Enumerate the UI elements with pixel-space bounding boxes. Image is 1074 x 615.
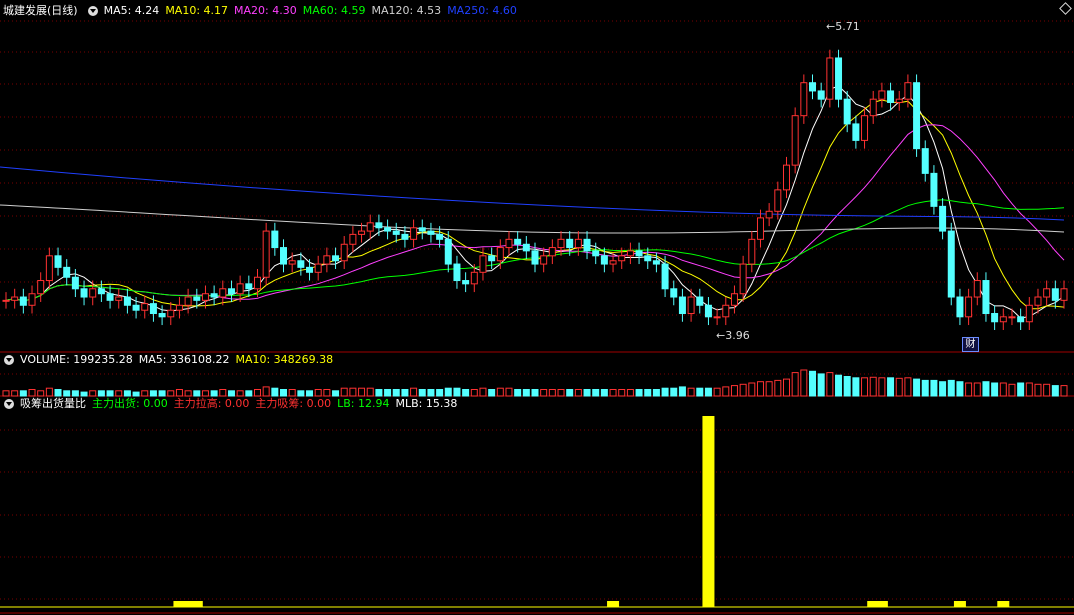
ind-label-1: 主力拉高: 0.00 <box>173 397 250 410</box>
price-panel[interactable]: 城建发展(日线) MA5: 4.24 MA10: 4.17 MA20: 4.30 MA6… <box>0 0 1074 352</box>
vol-ma-label-0: MA5: 336108.22 <box>138 353 230 366</box>
ma-label-5: MA250: 4.60 <box>447 4 517 17</box>
collapse-icon[interactable] <box>4 399 14 409</box>
ma-label-1: MA10: 4.17 <box>165 4 229 17</box>
indicator-values: 主力出货: 0.00 主力拉高: 0.00 主力吸筹: 0.00 LB: 12.94 M… <box>92 397 463 410</box>
volume-indicators: MA5: 336108.22 MA10: 348269.38 <box>139 353 339 366</box>
high-price-label: ←5.71 <box>826 20 860 33</box>
indicator-panel[interactable]: 吸筹出货量比 主力出货: 0.00 主力拉高: 0.00 主力吸筹: 0.00 LB: … <box>0 396 1074 615</box>
high-price-value: 5.71 <box>835 20 860 33</box>
indicator-title: 吸筹出货量比 <box>20 397 86 410</box>
event-badge[interactable]: 财 <box>962 337 979 352</box>
vol-ma-label-1: MA10: 348269.38 <box>235 353 334 366</box>
ma-label-2: MA20: 4.30 <box>234 4 297 17</box>
price-header: 城建发展(日线) MA5: 4.24 MA10: 4.17 MA20: 4.30 MA6… <box>0 3 529 19</box>
ind-label-0: 主力出货: 0.00 <box>92 397 168 410</box>
ma-label-0: MA5: 4.24 <box>103 4 160 17</box>
low-price-label: ←3.96 <box>716 329 750 342</box>
collapse-icon[interactable] <box>4 355 14 365</box>
ind-label-3: LB: 12.94 <box>337 397 390 410</box>
stock-title: 城建发展(日线) <box>3 4 78 17</box>
volume-panel[interactable]: VOLUME: 199235.28 MA5: 336108.22 MA10: 348… <box>0 352 1074 396</box>
diamond-icon[interactable] <box>1059 2 1072 15</box>
volume-header: VOLUME: 199235.28 MA5: 336108.22 MA10: 348… <box>0 352 345 368</box>
low-price-value: 3.96 <box>725 329 750 342</box>
ind-label-4: MLB: 15.38 <box>395 397 458 410</box>
ind-label-2: 主力吸筹: 0.00 <box>255 397 332 410</box>
volume-title: VOLUME: 199235.28 <box>20 353 133 366</box>
ma-label-3: MA60: 4.59 <box>302 4 366 17</box>
ma-indicators: MA5: 4.24 MA10: 4.17 MA20: 4.30 MA60: 4.59 M… <box>104 4 523 17</box>
indicator-header: 吸筹出货量比 主力出货: 0.00 主力拉高: 0.00 主力吸筹: 0.00 LB: … <box>0 396 469 412</box>
ma-label-4: MA120: 4.53 <box>371 4 442 17</box>
collapse-icon[interactable] <box>87 6 98 16</box>
